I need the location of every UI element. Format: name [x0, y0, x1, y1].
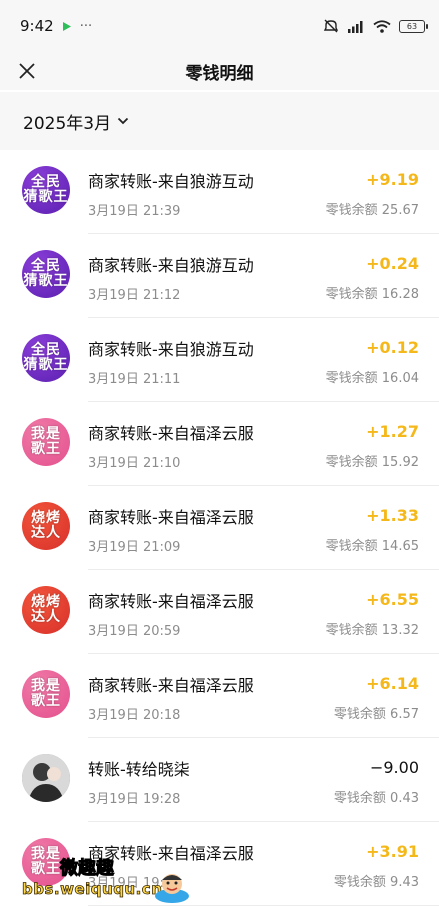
- balance-after: 零钱余额 6.57: [333, 707, 419, 722]
- avatar-label: 烧烤 达人: [31, 510, 61, 541]
- merchant-avatar: 我是 歌王: [22, 670, 70, 718]
- watermark: 微趣趣 bbs.weiququ.cn: [22, 854, 197, 914]
- close-icon: [19, 63, 35, 79]
- close-button[interactable]: [12, 56, 42, 86]
- avatar-label: 我是 歌王: [31, 426, 61, 457]
- transaction-title: 商家转账-来自狼游互动: [88, 340, 254, 359]
- merchant-avatar: 我是 歌王: [22, 418, 70, 466]
- transaction-amount: +3.91: [366, 842, 419, 861]
- status-bar: 9:42 ··· 63: [0, 0, 439, 52]
- watermark-url: bbs.weiququ.cn: [22, 880, 163, 899]
- balance-after: 零钱余额 25.67: [325, 203, 419, 218]
- transaction-time: 3月19日 19:28: [88, 792, 181, 807]
- person-avatar-icon: [22, 754, 70, 802]
- status-left: 9:42 ···: [20, 17, 92, 35]
- transaction-row[interactable]: 烧烤 达人 商家转账-来自福泽云服 3月19日 20:59 +6.55 零钱余额 13.…: [0, 570, 439, 654]
- balance-after: 零钱余额 16.28: [325, 287, 419, 302]
- transaction-amount: −9.00: [369, 758, 419, 777]
- transaction-amount: +9.19: [366, 170, 419, 189]
- transaction-amounts: +3.91 零钱余额 9.43: [334, 842, 419, 890]
- balance-after: 零钱余额 16.04: [325, 371, 419, 386]
- transaction-info: 商家转账-来自福泽云服 3月19日 20:59: [88, 588, 254, 639]
- avatar-label: 我是 歌王: [31, 678, 61, 709]
- month-filter-bar: 2025年3月: [0, 92, 439, 150]
- transaction-info: 商家转账-来自狼游互动 3月19日 21:11: [88, 336, 254, 387]
- merchant-avatar: 烧烤 达人: [22, 586, 70, 634]
- transaction-info: 商家转账-来自福泽云服 3月19日 20:18: [88, 672, 254, 723]
- transaction-row[interactable]: 我是 歌王 商家转账-来自福泽云服 3月19日 21:10 +1.27 零钱余额 15.…: [0, 402, 439, 486]
- transaction-info: 商家转账-来自福泽云服 3月19日 21:09: [88, 504, 254, 555]
- transaction-amount: +1.33: [366, 506, 419, 525]
- wifi-icon: [373, 19, 391, 33]
- page-title: 零钱明细: [185, 63, 254, 84]
- avatar-label: 全民 猜歌王: [23, 342, 69, 373]
- merchant-avatar: 全民 猜歌王: [22, 166, 70, 214]
- balance-after: 零钱余额 9.43: [333, 875, 419, 890]
- transaction-amounts: +0.24 零钱余额 16.28: [326, 254, 419, 302]
- transaction-info: 转账-转给晓柒 3月19日 19:28: [88, 756, 190, 807]
- battery-icon: 63: [399, 19, 428, 33]
- chevron-down-icon: [117, 117, 129, 125]
- transaction-amount: +6.14: [366, 674, 419, 693]
- avatar-label: 烧烤 达人: [31, 594, 61, 625]
- status-time: 9:42: [20, 17, 54, 35]
- balance-after: 零钱余额 15.92: [325, 455, 419, 470]
- signal-icon: [348, 20, 363, 33]
- play-icon: [62, 21, 71, 31]
- transaction-row[interactable]: 烧烤 达人 商家转账-来自福泽云服 3月19日 21:09 +1.33 零钱余额 14.…: [0, 486, 439, 570]
- transaction-amounts: +0.12 零钱余额 16.04: [326, 338, 419, 386]
- transaction-amounts: +1.27 零钱余额 15.92: [326, 422, 419, 470]
- transaction-amounts: +6.55 零钱余额 13.32: [326, 590, 419, 638]
- transaction-amounts: +1.33 零钱余额 14.65: [326, 506, 419, 554]
- balance-after: 零钱余额 0.43: [333, 791, 419, 806]
- transaction-title: 商家转账-来自福泽云服: [88, 508, 254, 527]
- transaction-row[interactable]: 全民 猜歌王 商家转账-来自狼游互动 3月19日 21:12 +0.24 零钱余额 16…: [0, 234, 439, 318]
- transaction-info: 商家转账-来自福泽云服 3月19日 21:10: [88, 420, 254, 471]
- transaction-row[interactable]: 全民 猜歌王 商家转账-来自狼游互动 3月19日 21:39 +9.19 零钱余额 25…: [0, 150, 439, 234]
- more-notifications-icon: ···: [79, 18, 93, 34]
- transaction-time: 3月19日 21:39: [88, 204, 181, 219]
- merchant-avatar: 全民 猜歌王: [22, 334, 70, 382]
- balance-after: 零钱余额 14.65: [325, 539, 419, 554]
- transaction-amounts: +9.19 零钱余额 25.67: [326, 170, 419, 218]
- nav-bar: 零钱明细: [0, 52, 439, 90]
- transaction-amount: +1.27: [366, 422, 419, 441]
- transaction-time: 3月19日 21:11: [88, 372, 181, 387]
- merchant-avatar: 全民 猜歌王: [22, 250, 70, 298]
- transaction-amount: +0.24: [366, 254, 419, 273]
- transaction-title: 转账-转给晓柒: [88, 760, 190, 779]
- transaction-title: 商家转账-来自福泽云服: [88, 424, 254, 443]
- avatar-label: 全民 猜歌王: [23, 258, 69, 289]
- transaction-time: 3月19日 21:10: [88, 456, 181, 471]
- battery-level: 63: [406, 21, 418, 31]
- transaction-title: 商家转账-来自狼游互动: [88, 172, 254, 191]
- transaction-title: 商家转账-来自福泽云服: [88, 592, 254, 611]
- transaction-list: 全民 猜歌王 商家转账-来自狼游互动 3月19日 21:39 +9.19 零钱余额 25…: [0, 150, 439, 906]
- transaction-time: 3月19日 20:18: [88, 708, 181, 723]
- watermark-title: 微趣趣: [60, 858, 115, 880]
- month-label: 2025年3月: [23, 113, 112, 134]
- avatar-label: 全民 猜歌王: [23, 174, 69, 205]
- transaction-amount: +6.55: [366, 590, 419, 609]
- month-picker[interactable]: 2025年3月: [23, 109, 129, 134]
- balance-after: 零钱余额 13.32: [325, 623, 419, 638]
- transaction-title: 商家转账-来自狼游互动: [88, 256, 254, 275]
- mascot-icon: [155, 874, 189, 903]
- transaction-row[interactable]: 转账-转给晓柒 3月19日 19:28 −9.00 零钱余额 0.43: [0, 738, 439, 822]
- transaction-info: 商家转账-来自狼游互动 3月19日 21:12: [88, 252, 254, 303]
- merchant-avatar: 烧烤 达人: [22, 502, 70, 550]
- transaction-amount: +0.12: [366, 338, 419, 357]
- mute-icon: [323, 19, 339, 33]
- transaction-time: 3月19日 20:59: [88, 624, 181, 639]
- transaction-time: 3月19日 21:12: [88, 288, 181, 303]
- transaction-amounts: +6.14 零钱余额 6.57: [334, 674, 419, 722]
- transaction-info: 商家转账-来自狼游互动 3月19日 21:39: [88, 168, 254, 219]
- transaction-title: 商家转账-来自福泽云服: [88, 676, 254, 695]
- merchant-avatar: [22, 754, 70, 802]
- transaction-row[interactable]: 全民 猜歌王 商家转账-来自狼游互动 3月19日 21:11 +0.12 零钱余额 16…: [0, 318, 439, 402]
- transaction-time: 3月19日 21:09: [88, 540, 181, 555]
- status-right: 63: [323, 19, 428, 33]
- transaction-row[interactable]: 我是 歌王 商家转账-来自福泽云服 3月19日 20:18 +6.14 零钱余额 6.5…: [0, 654, 439, 738]
- transaction-amounts: −9.00 零钱余额 0.43: [334, 758, 419, 806]
